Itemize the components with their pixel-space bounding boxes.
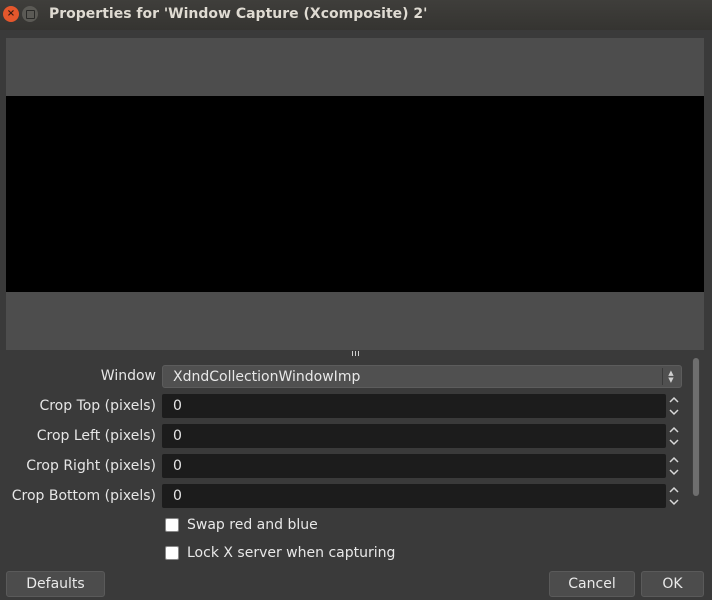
window-label: Window [100,368,156,384]
crop-right-input[interactable]: 0 [162,454,666,478]
crop-bottom-stepper[interactable] [665,484,683,508]
crop-top-stepper[interactable] [665,394,683,418]
chevron-down-icon[interactable] [669,407,679,417]
minimize-window-button[interactable] [22,6,38,22]
properties-scrollbar-thumb[interactable] [693,358,699,496]
chevron-up-icon[interactable] [669,455,679,465]
crop-bottom-value: 0 [173,488,182,504]
crop-bottom-input[interactable]: 0 [162,484,666,508]
crop-left-stepper[interactable] [665,424,683,448]
swap-red-blue-checkbox[interactable] [165,518,179,532]
crop-top-value: 0 [173,398,182,414]
lock-x-server-label[interactable]: Lock X server when capturing [187,545,395,561]
lock-x-server-option[interactable]: Lock X server when capturing [165,545,395,561]
source-preview [6,38,704,350]
crop-left-input[interactable]: 0 [162,424,666,448]
defaults-button[interactable]: Defaults [6,571,105,597]
crop-top-input[interactable]: 0 [162,394,666,418]
crop-right-value: 0 [173,458,182,474]
chevron-up-icon[interactable] [669,395,679,405]
chevron-down-icon[interactable] [669,467,679,477]
splitter-handle[interactable] [352,351,360,356]
window-select-value: XdndCollectionWindowImp [173,368,361,385]
close-icon: × [6,8,16,19]
window-title: Properties for 'Window Capture (Xcomposi… [49,6,428,22]
chevron-up-icon[interactable] [669,485,679,495]
chevron-down-icon[interactable] [669,497,679,507]
close-window-button[interactable]: × [3,6,19,22]
updown-chevron-icon: ▲ ▼ [662,368,679,385]
crop-right-label: Crop Right (pixels) [26,458,156,474]
preview-video-area [6,96,704,292]
swap-red-blue-label[interactable]: Swap red and blue [187,517,318,533]
crop-right-stepper[interactable] [665,454,683,478]
crop-left-value: 0 [173,428,182,444]
crop-top-label: Crop Top (pixels) [39,398,156,414]
crop-left-label: Crop Left (pixels) [36,428,156,444]
lock-x-server-checkbox[interactable] [165,546,179,560]
swap-red-blue-option[interactable]: Swap red and blue [165,517,318,533]
ok-button[interactable]: OK [641,571,704,597]
title-bar: × Properties for 'Window Capture (Xcompo… [0,0,712,30]
window-select[interactable]: XdndCollectionWindowImp ▲ ▼ [162,365,682,388]
chevron-down-icon[interactable] [669,437,679,447]
cancel-button[interactable]: Cancel [549,571,635,597]
chevron-up-icon[interactable] [669,425,679,435]
crop-bottom-label: Crop Bottom (pixels) [11,488,156,504]
